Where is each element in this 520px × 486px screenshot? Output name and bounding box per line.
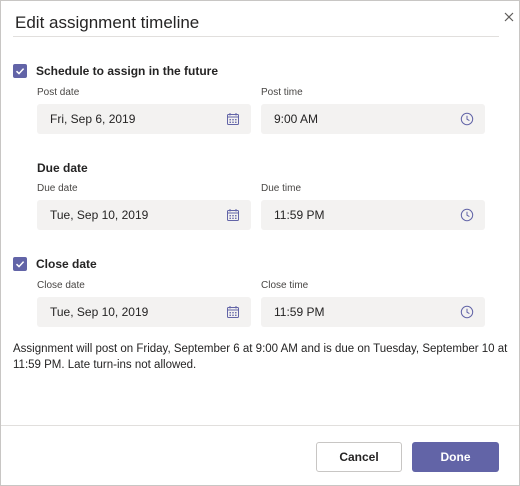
due-date-label: Due date bbox=[37, 183, 78, 194]
post-date-value: Fri, Sep 6, 2019 bbox=[50, 112, 136, 126]
due-date-section-label: Due date bbox=[37, 161, 88, 175]
close-time-field[interactable]: 11:59 PM bbox=[261, 297, 485, 327]
post-date-field[interactable]: Fri, Sep 6, 2019 bbox=[37, 104, 251, 134]
due-date-value: Tue, Sep 10, 2019 bbox=[50, 208, 149, 222]
dialog-title: Edit assignment timeline bbox=[15, 13, 200, 32]
due-time-field[interactable]: 11:59 PM bbox=[261, 200, 485, 230]
close-date-value: Tue, Sep 10, 2019 bbox=[50, 305, 149, 319]
edit-timeline-dialog: Edit assignment timeline Schedule to ass… bbox=[0, 0, 520, 486]
close-date-checkbox-row[interactable]: Close date bbox=[13, 257, 97, 271]
post-time-field[interactable]: 9:00 AM bbox=[261, 104, 485, 134]
close-date-label: Close date bbox=[37, 280, 85, 291]
close-date-checkbox[interactable] bbox=[13, 257, 27, 271]
checkmark-icon bbox=[15, 68, 25, 75]
due-time-label: Due time bbox=[261, 183, 302, 194]
clock-icon[interactable] bbox=[460, 112, 474, 126]
close-date-checkbox-label: Close date bbox=[36, 257, 97, 271]
close-time-label: Close time bbox=[261, 280, 309, 291]
schedule-checkbox-row[interactable]: Schedule to assign in the future bbox=[13, 64, 218, 78]
due-time-value: 11:59 PM bbox=[274, 208, 325, 222]
schedule-checkbox[interactable] bbox=[13, 64, 27, 78]
clock-icon[interactable] bbox=[460, 305, 474, 319]
clock-icon[interactable] bbox=[460, 208, 474, 222]
close-date-field[interactable]: Tue, Sep 10, 2019 bbox=[37, 297, 251, 327]
calendar-icon[interactable] bbox=[226, 305, 240, 319]
title-divider bbox=[13, 36, 499, 37]
close-icon bbox=[504, 12, 514, 22]
calendar-icon[interactable] bbox=[226, 208, 240, 222]
post-time-value: 9:00 AM bbox=[274, 112, 319, 126]
schedule-checkbox-label: Schedule to assign in the future bbox=[36, 64, 219, 78]
timeline-summary-text: Assignment will post on Friday, Septembe… bbox=[13, 343, 508, 371]
close-button[interactable] bbox=[501, 9, 517, 25]
calendar-icon[interactable] bbox=[226, 112, 240, 126]
due-date-field[interactable]: Tue, Sep 10, 2019 bbox=[37, 200, 251, 230]
footer-divider bbox=[1, 425, 519, 426]
checkmark-icon bbox=[15, 261, 25, 268]
post-date-label: Post date bbox=[37, 87, 80, 98]
done-button[interactable]: Done bbox=[412, 442, 499, 472]
post-time-label: Post time bbox=[261, 87, 303, 98]
close-time-value: 11:59 PM bbox=[274, 305, 325, 319]
cancel-button[interactable]: Cancel bbox=[316, 442, 402, 472]
